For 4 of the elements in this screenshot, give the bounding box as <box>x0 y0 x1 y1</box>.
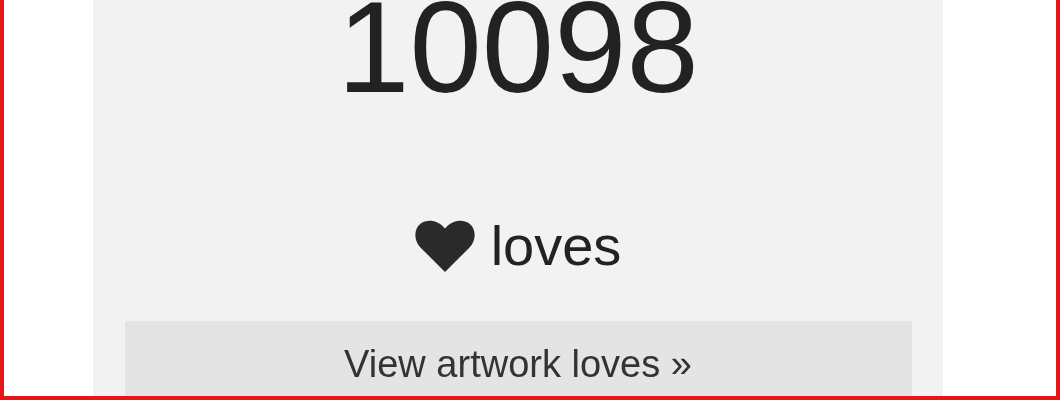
view-artwork-loves-button[interactable]: View artwork loves » <box>124 321 912 396</box>
loves-label: loves <box>490 213 622 279</box>
heart-icon <box>414 219 475 272</box>
love-count: 10098 <box>337 0 699 112</box>
